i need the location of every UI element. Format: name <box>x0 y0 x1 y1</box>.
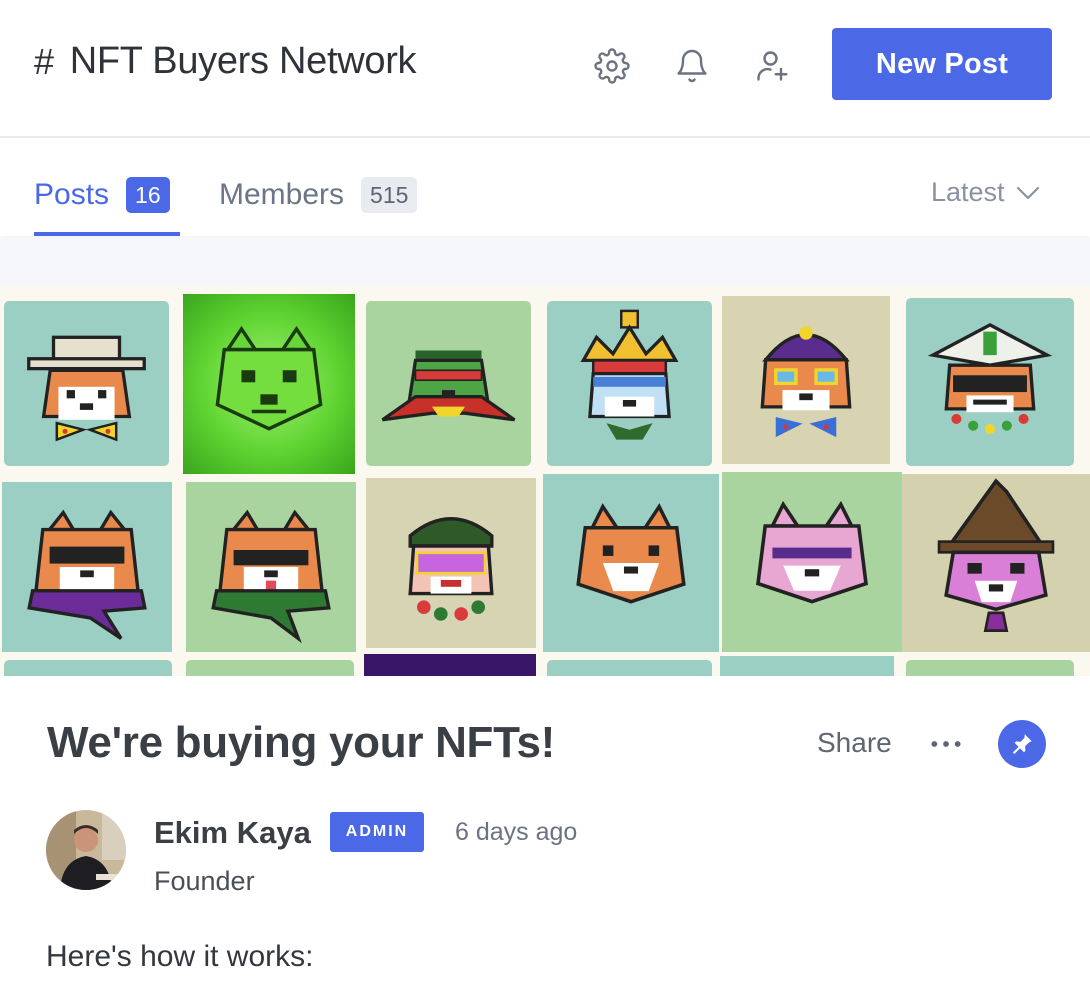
nft-shiba-pink-visor <box>722 472 902 652</box>
author-title: Founder <box>154 866 255 896</box>
nft-tile-partial <box>720 656 894 676</box>
channel-tabs: Posts 16 Members 515 Latest <box>0 140 1090 236</box>
nft-shiba-plain <box>543 474 719 652</box>
posts-count-badge: 16 <box>126 177 170 213</box>
nft-green-shiba <box>183 294 355 474</box>
nft-shiba-purple-scarf <box>2 482 172 652</box>
add-user-icon[interactable] <box>748 42 796 90</box>
tab-members[interactable]: Members 515 <box>219 177 418 213</box>
nft-shiba-wizard-hat <box>902 474 1090 652</box>
nft-tile-partial <box>186 660 354 676</box>
post-timestamp: 6 days ago <box>455 818 578 846</box>
nft-shiba-purple-cap <box>722 296 890 464</box>
more-horizontal-icon[interactable] <box>926 726 966 762</box>
avatar[interactable] <box>46 810 126 890</box>
tab-members-label: Members <box>219 178 345 211</box>
post-body: Here's how it works: <box>46 940 314 973</box>
sort-dropdown[interactable]: Latest <box>931 177 1041 208</box>
share-button[interactable]: Share <box>817 727 892 759</box>
tab-posts[interactable]: Posts 16 <box>34 177 170 213</box>
channel-header: # NFT Buyers Network New Post <box>0 0 1090 138</box>
author-name[interactable]: Ekim Kaya <box>154 815 311 851</box>
chevron-down-icon <box>1016 186 1039 199</box>
bell-icon[interactable] <box>668 42 716 90</box>
nft-shiba-crown <box>547 301 712 466</box>
nft-shiba-captain-hat <box>906 298 1074 466</box>
channel-name: NFT Buyers Network <box>69 40 417 82</box>
members-count-badge: 515 <box>361 177 418 213</box>
sort-label: Latest <box>931 177 1005 207</box>
nft-tile-partial <box>906 660 1074 676</box>
feed-spacer <box>0 238 1090 286</box>
gear-icon[interactable] <box>588 42 636 90</box>
nft-tile-partial <box>364 654 536 676</box>
nft-shiba-cowboy-hat <box>4 301 169 466</box>
new-post-button[interactable]: New Post <box>832 28 1052 100</box>
nft-tile-partial <box>547 660 712 676</box>
tab-posts-label: Posts <box>34 178 110 211</box>
nft-green-shiba-cape <box>366 301 531 466</box>
channel-title: # NFT Buyers Network <box>34 40 417 83</box>
post-title: We're buying your NFTs! <box>47 718 555 767</box>
nft-tile-partial <box>4 660 172 676</box>
hash-icon: # <box>34 40 54 82</box>
nft-shiba-green-scarf <box>186 482 356 652</box>
nft-shiba-beret <box>366 478 536 648</box>
pin-icon[interactable] <box>998 720 1046 768</box>
active-tab-indicator <box>34 232 180 236</box>
post-cover-image <box>0 286 1090 676</box>
role-badge: ADMIN <box>330 812 424 852</box>
